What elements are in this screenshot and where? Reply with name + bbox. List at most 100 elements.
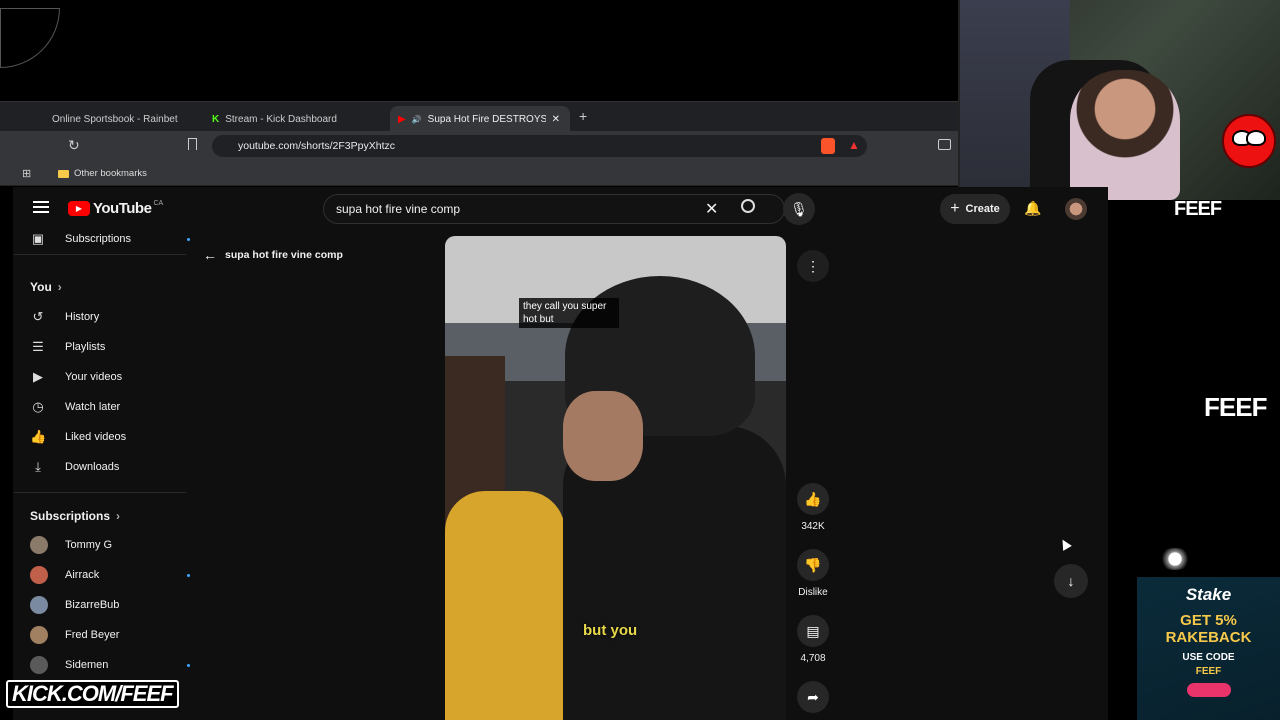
menu-icon[interactable] [33, 201, 49, 213]
sidebar-channel-fred-beyer[interactable]: Fred Beyer [30, 620, 190, 650]
sidebar-subscriptions-heading[interactable]: Subscriptions › [30, 501, 190, 531]
create-button[interactable]: + Create [940, 194, 1010, 224]
tab-kick-dashboard[interactable]: K Stream - Kick Dashboard [204, 106, 389, 132]
voice-search-button[interactable]: 🎙 [783, 193, 815, 225]
apps-grid-icon[interactable]: ⊞ [22, 167, 31, 180]
channel-name: Fred Beyer [65, 629, 120, 641]
account-avatar[interactable] [1065, 198, 1087, 220]
stake-code: FEEF [1195, 666, 1222, 677]
streamer [1070, 70, 1180, 200]
tab-youtube-short[interactable]: ▶ 🔊 Supa Hot Fire DESTROYS Bab ✕ [390, 106, 570, 132]
new-content-dot [187, 237, 190, 241]
shorts-search-title: supa hot fire vine comp [225, 249, 343, 261]
feef-logo-mid: FEEF [1204, 392, 1267, 422]
sidebar-channel-airrack[interactable]: Airrack [30, 560, 190, 590]
new-tab-button[interactable]: + [579, 108, 587, 124]
sidebar-item-liked-videos[interactable]: 👍 Liked videos [30, 422, 190, 452]
kick-favicon-icon: K [212, 113, 220, 125]
video-face [563, 391, 643, 481]
youtube-page: ▶ YouTube CA supa hot fire vine comp ✕ 🎙… [13, 187, 1108, 720]
comment-count: 4,708 [800, 653, 826, 664]
sidebar-item-label: Subscriptions [65, 233, 132, 245]
mouse-cursor [1058, 537, 1072, 551]
sidebar-item-downloads[interactable]: ⤓ Downloads [30, 452, 190, 482]
region-code: CA [153, 200, 164, 207]
liked-videos-icon: 👍 [30, 429, 47, 444]
spiderman-head-right [1222, 114, 1276, 168]
channel-name: BizarreBub [65, 599, 120, 611]
channel-name: Airrack [65, 569, 100, 581]
channel-avatar [30, 536, 48, 554]
next-short-button[interactable]: ↓ [1054, 564, 1088, 598]
sidebar-item-watch-later[interactable]: ◷ Watch later [30, 392, 190, 422]
reload-icon[interactable]: ↻ [68, 137, 80, 154]
spider-web-decoration [0, 8, 60, 68]
bookmark-icon[interactable] [188, 138, 197, 150]
plus-icon: + [950, 200, 960, 217]
subscriptions-icon: ▣ [31, 231, 45, 246]
channel-avatar [30, 566, 48, 584]
brave-shield-icon[interactable] [821, 138, 835, 154]
subscriptions-heading-label: Subscriptions [30, 509, 111, 523]
sidebar-divider [14, 254, 186, 255]
sidebar-divider [14, 492, 186, 493]
logo-text: YouTube [93, 200, 152, 217]
arrow-down-icon: ↓ [1067, 573, 1075, 589]
brave-rewards-icon[interactable]: ▲ [848, 138, 860, 152]
search-icon[interactable] [741, 199, 755, 213]
sidebar-item-label: Your videos [65, 371, 123, 383]
youtube-logo[interactable]: ▶ YouTube CA [68, 200, 163, 217]
clear-search-icon[interactable]: ✕ [705, 199, 718, 219]
youtube-favicon-icon: ▶ [398, 113, 406, 125]
video-caption: they call you super hot but [519, 298, 619, 328]
comments-button[interactable]: ▤ [797, 615, 829, 647]
more-options-button[interactable]: ⋮ [797, 250, 829, 282]
short-video-player[interactable]: they call you super hot but but you [445, 236, 786, 720]
like-button[interactable]: 👍 [797, 483, 829, 515]
dislike-label: Dislike [798, 587, 828, 598]
channel-name: Tommy G [65, 539, 113, 551]
sidebar-item-history[interactable]: ↺ History [30, 302, 190, 332]
shorts-back-link[interactable]: ← supa hot fire vine comp [203, 247, 343, 263]
close-tab-icon[interactable]: ✕ [552, 114, 560, 125]
sidebar-channel-tommy-g[interactable]: Tommy G [30, 530, 190, 560]
notifications-bell-icon[interactable]: 🔔 [1024, 200, 1041, 217]
url-text: youtube.com/shorts/2F3PpyXhtzc [238, 140, 395, 152]
stake-headline-2: RAKEBACK [1165, 629, 1252, 646]
tab-label: Online Sportsbook - Rainbet [52, 113, 178, 125]
sidebar-channel-sidemen[interactable]: Sidemen [30, 650, 190, 680]
your-videos-icon: ▶ [33, 369, 43, 384]
sidebar-item-label: Liked videos [65, 431, 127, 443]
thumbs-down-icon: 👎 [804, 556, 822, 573]
channel-avatar [30, 596, 48, 614]
share-button[interactable]: ➦ [797, 681, 829, 713]
stake-use-code: USE CODE [1182, 652, 1235, 663]
video-subtitle: but you [583, 622, 638, 639]
kick-banner-text: KICK.COM/FEEF [12, 681, 174, 706]
sidebar-you-heading[interactable]: You › [30, 272, 190, 302]
sidebar-channel-bizarrebub[interactable]: BizarreBub [30, 590, 190, 620]
tab-label: Stream - Kick Dashboard [225, 113, 337, 125]
sidebar-item-label: Watch later [65, 401, 121, 413]
side-panel-icon[interactable] [938, 139, 951, 150]
stake-logo: Stake [1185, 585, 1232, 604]
comment-icon: ▤ [806, 622, 820, 639]
stake-cta-pill [1186, 683, 1231, 697]
other-bookmarks-folder[interactable]: Other bookmarks [58, 168, 147, 179]
tab-label: Supa Hot Fire DESTROYS Bab [427, 113, 546, 125]
sidebar-item-playlists[interactable]: ☰ Playlists [30, 332, 190, 362]
browser-tab-strip: Online Sportsbook - Rainbet K Stream - K… [0, 101, 958, 132]
address-bar[interactable]: youtube.com/shorts/2F3PpyXhtzc [212, 135, 867, 157]
tab-rainbet[interactable]: Online Sportsbook - Rainbet [44, 106, 204, 132]
share-icon: ➦ [807, 688, 819, 705]
dislike-button[interactable]: 👎 [797, 549, 829, 581]
playlists-icon: ☰ [32, 339, 44, 354]
audio-playing-icon: 🔊 [411, 114, 422, 124]
stake-headline-1: GET 5% [1180, 612, 1237, 629]
sidebar-item-subscriptions[interactable]: ▣ Subscriptions [30, 224, 190, 254]
you-heading-label: You [30, 280, 52, 294]
channel-name: Sidemen [65, 659, 109, 671]
like-count: 342K [801, 521, 825, 532]
channel-avatar [30, 656, 48, 674]
sidebar-item-your-videos[interactable]: ▶ Your videos [30, 362, 190, 392]
